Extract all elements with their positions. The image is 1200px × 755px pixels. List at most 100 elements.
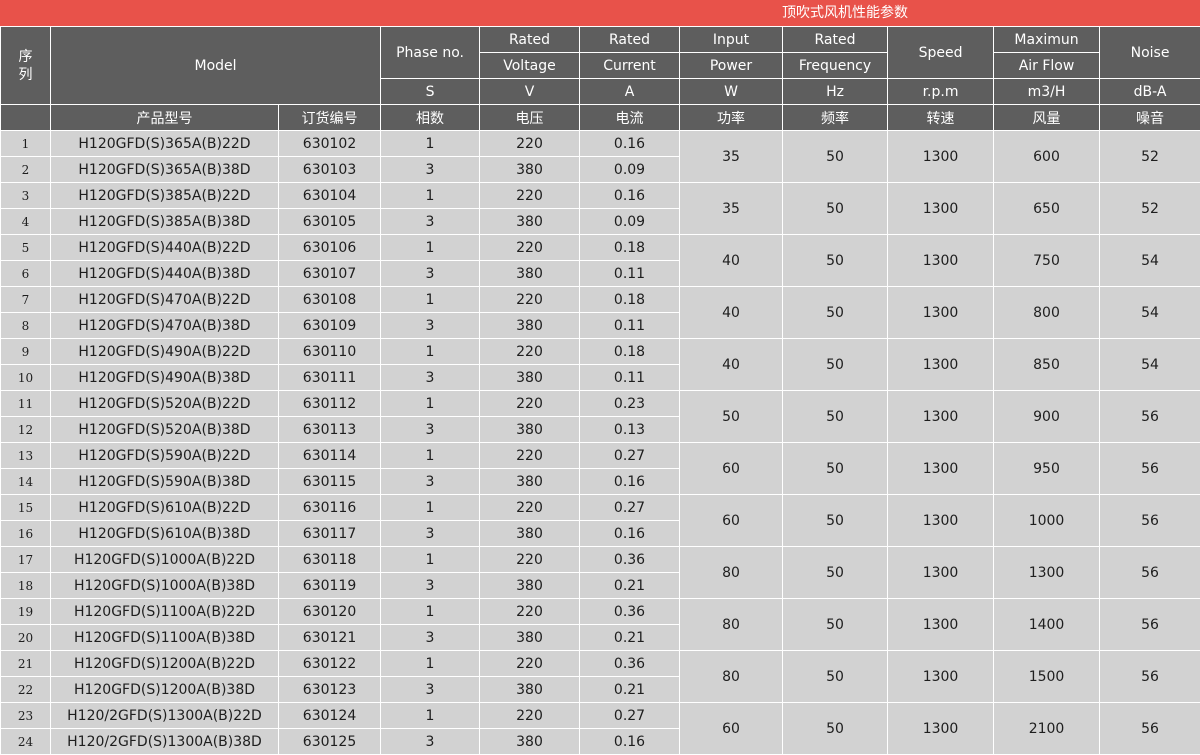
speed-cell: 1300 xyxy=(888,599,994,651)
model-cell: H120GFD(S)1100A(B)22D xyxy=(51,599,279,625)
speed-cell: 1300 xyxy=(888,339,994,391)
model-cell: H120GFD(S)365A(B)38D xyxy=(51,157,279,183)
model-cell: H120GFD(S)520A(B)22D xyxy=(51,391,279,417)
noise-cell: 52 xyxy=(1100,131,1200,183)
table-row: 1H120GFD(S)365A(B)22D63010212200.1635501… xyxy=(1,131,1200,157)
noise-cell: 54 xyxy=(1100,339,1200,391)
phase-cell: 1 xyxy=(381,495,480,521)
current-cell: 0.18 xyxy=(580,235,680,261)
row-index-cell: 23 xyxy=(1,703,51,729)
power-cell: 40 xyxy=(680,287,783,339)
speed-cell: 1300 xyxy=(888,287,994,339)
order-number-cell: 630124 xyxy=(279,703,381,729)
frequency-cell: 50 xyxy=(783,235,888,287)
table-row: 15H120GFD(S)610A(B)22D63011612200.276050… xyxy=(1,495,1200,521)
phase-cell: 3 xyxy=(381,365,480,391)
model-cell: H120GFD(S)470A(B)22D xyxy=(51,287,279,313)
cn-current: 电流 xyxy=(580,105,680,131)
voltage-cell: 220 xyxy=(480,287,580,313)
current-cell: 0.36 xyxy=(580,599,680,625)
order-number-cell: 630117 xyxy=(279,521,381,547)
row-index-cell: 5 xyxy=(1,235,51,261)
header-airflow-label: Air Flow xyxy=(994,53,1100,79)
noise-cell: 54 xyxy=(1100,287,1200,339)
table-row: 7H120GFD(S)470A(B)22D63010812200.1840501… xyxy=(1,287,1200,313)
speed-cell: 1300 xyxy=(888,651,994,703)
current-cell: 0.21 xyxy=(580,677,680,703)
model-cell: H120GFD(S)385A(B)22D xyxy=(51,183,279,209)
current-cell: 0.21 xyxy=(580,625,680,651)
phase-cell: 1 xyxy=(381,391,480,417)
current-cell: 0.18 xyxy=(580,339,680,365)
voltage-cell: 220 xyxy=(480,703,580,729)
row-index-cell: 8 xyxy=(1,313,51,339)
header-phase: Phase no. xyxy=(381,27,480,79)
frequency-cell: 50 xyxy=(783,391,888,443)
model-cell: H120GFD(S)1000A(B)38D xyxy=(51,573,279,599)
frequency-cell: 50 xyxy=(783,443,888,495)
current-cell: 0.09 xyxy=(580,157,680,183)
table-row: 5H120GFD(S)440A(B)22D63010612200.1840501… xyxy=(1,235,1200,261)
speed-cell: 1300 xyxy=(888,235,994,287)
model-cell: H120/2GFD(S)1300A(B)38D xyxy=(51,729,279,755)
power-cell: 60 xyxy=(680,495,783,547)
voltage-cell: 380 xyxy=(480,469,580,495)
current-cell: 0.36 xyxy=(580,547,680,573)
order-number-cell: 630121 xyxy=(279,625,381,651)
voltage-cell: 380 xyxy=(480,625,580,651)
header-speed: Speed xyxy=(888,27,994,79)
phase-cell: 3 xyxy=(381,313,480,339)
model-cell: H120GFD(S)1200A(B)22D xyxy=(51,651,279,677)
voltage-cell: 220 xyxy=(480,547,580,573)
header-input-power: Input xyxy=(680,27,783,53)
current-cell: 0.27 xyxy=(580,495,680,521)
unit-airflow: m3/H xyxy=(994,79,1100,105)
order-number-cell: 630122 xyxy=(279,651,381,677)
order-number-cell: 630119 xyxy=(279,573,381,599)
current-cell: 0.11 xyxy=(580,313,680,339)
header-voltage-label: Voltage xyxy=(480,53,580,79)
phase-cell: 1 xyxy=(381,235,480,261)
noise-cell: 56 xyxy=(1100,547,1200,599)
row-index-cell: 24 xyxy=(1,729,51,755)
airflow-cell: 1400 xyxy=(994,599,1100,651)
phase-cell: 3 xyxy=(381,157,480,183)
model-cell: H120GFD(S)490A(B)22D xyxy=(51,339,279,365)
phase-cell: 1 xyxy=(381,443,480,469)
table-header: 序 列 Model Phase no. Rated Rated Input Ra… xyxy=(1,27,1200,131)
noise-cell: 54 xyxy=(1100,235,1200,287)
current-cell: 0.21 xyxy=(580,573,680,599)
current-cell: 0.18 xyxy=(580,287,680,313)
airflow-cell: 850 xyxy=(994,339,1100,391)
unit-phase: S xyxy=(381,79,480,105)
voltage-cell: 220 xyxy=(480,339,580,365)
noise-cell: 52 xyxy=(1100,183,1200,235)
header-seq: 序 列 xyxy=(1,27,51,105)
order-number-cell: 630109 xyxy=(279,313,381,339)
noise-cell: 56 xyxy=(1100,703,1200,755)
order-number-cell: 630107 xyxy=(279,261,381,287)
power-cell: 80 xyxy=(680,651,783,703)
table-row: 11H120GFD(S)520A(B)22D63011212200.235050… xyxy=(1,391,1200,417)
current-cell: 0.11 xyxy=(580,365,680,391)
voltage-cell: 220 xyxy=(480,443,580,469)
row-index-cell: 3 xyxy=(1,183,51,209)
power-cell: 80 xyxy=(680,547,783,599)
row-index-cell: 16 xyxy=(1,521,51,547)
table-row: 3H120GFD(S)385A(B)22D63010412200.1635501… xyxy=(1,183,1200,209)
voltage-cell: 220 xyxy=(480,183,580,209)
banner-title: 顶吹式风机性能参数 xyxy=(690,0,1000,26)
voltage-cell: 380 xyxy=(480,313,580,339)
phase-cell: 3 xyxy=(381,209,480,235)
order-number-cell: 630110 xyxy=(279,339,381,365)
frequency-cell: 50 xyxy=(783,651,888,703)
voltage-cell: 220 xyxy=(480,391,580,417)
row-index-cell: 9 xyxy=(1,339,51,365)
voltage-cell: 220 xyxy=(480,131,580,157)
order-number-cell: 630125 xyxy=(279,729,381,755)
phase-cell: 3 xyxy=(381,625,480,651)
power-cell: 80 xyxy=(680,599,783,651)
row-index-cell: 14 xyxy=(1,469,51,495)
current-cell: 0.16 xyxy=(580,183,680,209)
current-cell: 0.16 xyxy=(580,469,680,495)
